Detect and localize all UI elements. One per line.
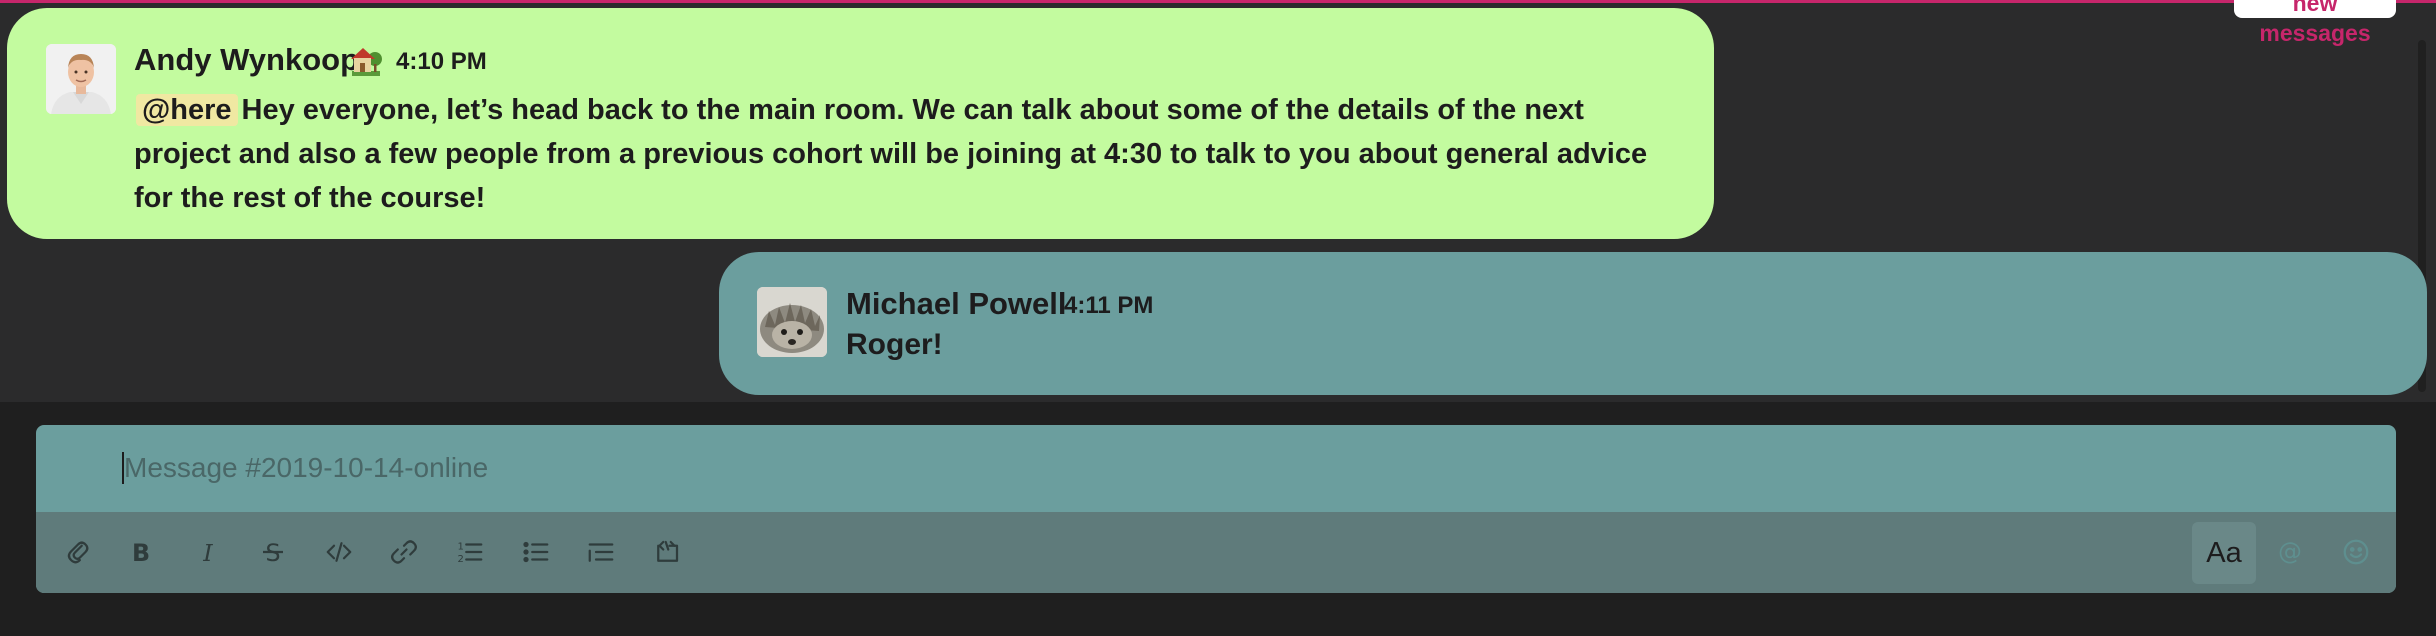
formatting-toolbar: B I S 12 Aa @ — [36, 512, 2396, 593]
ordered-list-icon[interactable]: 12 — [446, 528, 494, 576]
avatar[interactable] — [46, 44, 116, 114]
message-input[interactable] — [122, 443, 2324, 493]
code-block-icon[interactable] — [643, 528, 691, 576]
bulleted-list-icon[interactable] — [512, 528, 560, 576]
svg-text:I: I — [202, 539, 213, 567]
svg-text:2: 2 — [458, 554, 464, 565]
message-timestamp[interactable]: 4:11 PM — [1064, 292, 1153, 320]
message-author[interactable]: Michael Powell — [846, 286, 1067, 322]
house-with-garden-icon[interactable] — [348, 42, 384, 78]
avatar[interactable] — [757, 287, 827, 357]
message-item[interactable]: Andy Wynkoop 4:10 PM @here Hey everyone, … — [7, 8, 1714, 239]
italic-icon[interactable]: I — [184, 528, 232, 576]
message-text: @here Hey everyone, let’s head back to th… — [134, 88, 1674, 220]
strikethrough-icon[interactable]: S — [249, 528, 297, 576]
message-list: new messages Andy Wynkoop 4:10 PM @here … — [0, 0, 2436, 402]
message-text: Roger! — [846, 328, 943, 361]
bold-icon[interactable]: B — [117, 528, 165, 576]
paperclip-icon[interactable] — [54, 528, 102, 576]
emoji-icon[interactable] — [2332, 528, 2380, 576]
link-icon[interactable] — [380, 528, 428, 576]
message-composer: B I S 12 Aa @ — [36, 425, 2396, 593]
code-icon[interactable] — [315, 528, 363, 576]
message-item[interactable]: Michael Powell 4:11 PM Roger! — [719, 252, 2427, 395]
svg-text:B: B — [132, 539, 150, 567]
new-messages-badge[interactable]: new messages — [2234, 0, 2396, 46]
message-timestamp[interactable]: 4:10 PM — [396, 48, 487, 76]
svg-text:1: 1 — [458, 542, 464, 553]
new-messages-divider — [0, 0, 2436, 3]
svg-text:@: @ — [2278, 538, 2302, 566]
here-mention[interactable]: @here — [136, 94, 238, 126]
mention-icon[interactable]: @ — [2266, 528, 2314, 576]
formatting-toggle-button[interactable]: Aa — [2192, 522, 2256, 584]
blockquote-icon[interactable] — [577, 528, 625, 576]
message-author[interactable]: Andy Wynkoop — [134, 42, 359, 78]
message-body: Hey everyone, let’s head back to the mai… — [134, 94, 1648, 214]
